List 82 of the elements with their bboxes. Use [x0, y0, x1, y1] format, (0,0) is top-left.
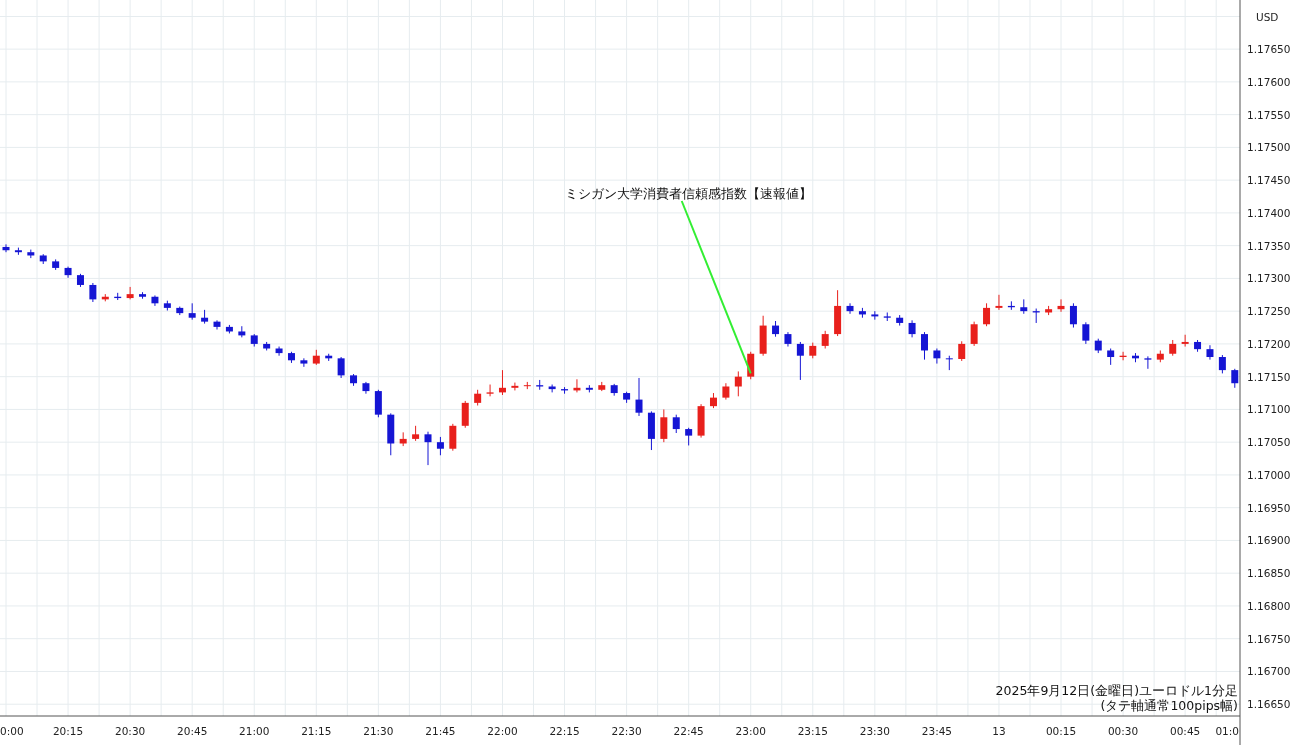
price-axis-label: 1.16750: [1247, 632, 1291, 645]
candlestick: [1181, 334, 1189, 348]
candlestick: [436, 436, 444, 456]
candlestick: [1069, 302, 1077, 329]
candlestick: [1206, 344, 1214, 361]
candlestick: [920, 331, 928, 361]
candlestick: [486, 384, 494, 397]
time-axis-label: 22:30: [611, 725, 642, 737]
chart-caption: (タテ軸通常100pips幅): [1100, 698, 1238, 713]
chart-caption: 2025年9月12日(金曜日)ユーロドル1分足: [995, 683, 1238, 698]
price-axis-label: 1.17350: [1247, 239, 1291, 252]
price-axis-label: 1.17250: [1247, 305, 1291, 318]
price-axis-label: 1.16650: [1247, 698, 1291, 711]
price-axis-label: 1.16900: [1247, 534, 1291, 547]
candlestick: [449, 423, 457, 452]
candlestick: [933, 348, 941, 365]
candlestick: [958, 340, 966, 362]
price-axis-label: 1.17200: [1247, 337, 1291, 350]
time-axis-label: 23:30: [859, 725, 890, 737]
price-axis-label: 1.17450: [1247, 174, 1291, 187]
candlestick: [151, 294, 159, 307]
candlestick: [1218, 354, 1226, 374]
candlestick: [126, 286, 134, 300]
price-axis-label: 1.16800: [1247, 599, 1291, 612]
time-axis-label: 22:00: [487, 725, 518, 737]
time-axis-label: 21:30: [363, 725, 394, 737]
candlestick: [337, 356, 345, 379]
candlestick: [734, 370, 742, 397]
time-axis-label: 13: [992, 725, 1006, 737]
time-axis-label: 21:00: [239, 725, 270, 737]
candlestick: [945, 355, 953, 371]
price-axis-label: 1.16950: [1247, 501, 1291, 514]
time-axis-label: 00:45: [1170, 725, 1201, 737]
candlestick: [424, 431, 432, 466]
candlestick: [374, 389, 382, 418]
price-axis-label: 1.17500: [1247, 141, 1291, 154]
price-axis-label: 1.17150: [1247, 370, 1291, 383]
time-axis-label: 21:15: [301, 725, 332, 737]
candlestick: [970, 321, 978, 347]
time-axis-label: 21:45: [425, 725, 456, 737]
time-axis-label: 01:0: [1215, 725, 1239, 737]
currency-label: USD: [1256, 11, 1279, 23]
candlestick: [89, 282, 97, 303]
candlestick: [660, 408, 668, 443]
candlestick: [2, 243, 10, 253]
candlestick: [1057, 298, 1065, 313]
candlestick: [461, 400, 469, 429]
candlestick: [213, 319, 221, 330]
time-axis-label: 22:45: [673, 725, 704, 737]
candlestick: [983, 302, 991, 327]
time-axis-label: 20:30: [115, 725, 146, 737]
price-axis-label: 1.17300: [1247, 272, 1291, 285]
candlestick: [1231, 368, 1239, 389]
price-axis-label: 1.17600: [1247, 75, 1291, 88]
price-axis-label: 1.17100: [1247, 403, 1291, 416]
candlestick: [1144, 355, 1152, 370]
price-axis-label: 1.17000: [1247, 468, 1291, 481]
price-axis-label: 1.17400: [1247, 206, 1291, 219]
candlestick: [672, 414, 680, 434]
time-axis-label: 20:15: [52, 725, 84, 737]
candlestick: [511, 382, 519, 391]
time-axis-label: 23:45: [921, 725, 953, 737]
time-axis-label: 22:15: [549, 725, 580, 737]
candlestick: [635, 377, 643, 417]
candlestick: [1082, 321, 1090, 345]
candlestick: [300, 357, 308, 368]
time-axis-label: 23:00: [735, 725, 766, 737]
candlestick: [995, 294, 1003, 311]
time-axis-label: 00:15: [1045, 725, 1077, 737]
price-axis-label: 1.16700: [1247, 665, 1291, 678]
time-axis-label: 23:15: [797, 725, 828, 737]
candlestick: [796, 341, 804, 381]
time-axis-label: 00:30: [1107, 725, 1139, 737]
price-axis-label: 1.17650: [1247, 43, 1291, 56]
candlestick: [846, 302, 854, 315]
time-axis-label: 0:00: [0, 725, 24, 737]
price-axis-label: 1.16850: [1247, 567, 1291, 580]
candlestick: [548, 384, 556, 393]
price-axis-label: 1.17550: [1247, 108, 1291, 121]
time-axis-label: 20:45: [177, 725, 208, 737]
annotation-label: ミシガン大学消費者信頼感指数【速報値】: [565, 186, 813, 201]
price-axis-label: 1.17050: [1247, 436, 1291, 449]
